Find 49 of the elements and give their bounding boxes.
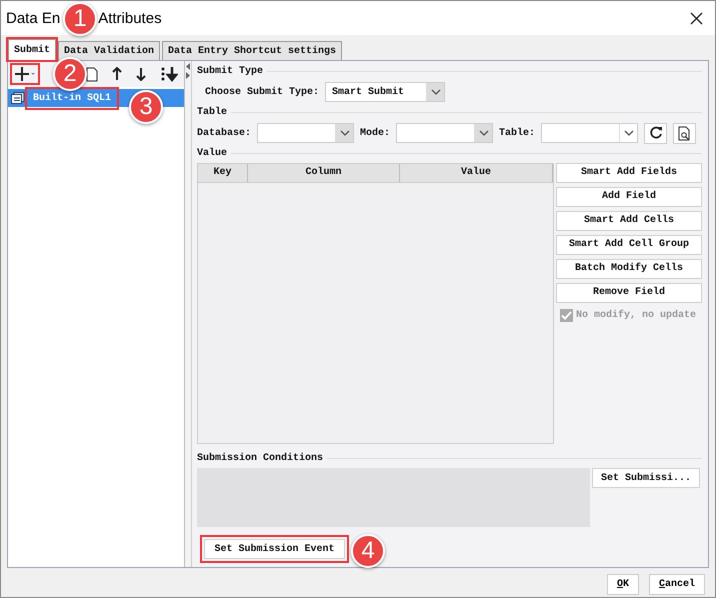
action-button[interactable]: Smart Add Cell Group [556, 234, 702, 255]
toolbar-button[interactable] [84, 66, 100, 82]
tab[interactable]: Data Entry Shortcut settings [162, 41, 342, 60]
tab[interactable]: Submit [8, 39, 56, 60]
dropdown-field[interactable] [257, 123, 354, 144]
chevron-down-icon [430, 89, 441, 96]
dialog-button[interactable]: Cancel [649, 574, 705, 595]
field-label: Table: [499, 128, 536, 139]
section-heading: Submit Type [197, 66, 264, 78]
action-button[interactable]: Add Field [556, 186, 702, 207]
dialog-button[interactable]: OK [607, 574, 639, 595]
table-icon [11, 92, 25, 104]
field-label: Choose Submit Type: [205, 86, 320, 98]
arrow-up-icon [112, 67, 122, 81]
action-button[interactable]: Remove Field [556, 282, 702, 303]
field-label: Mode: [360, 128, 390, 139]
field-label: Database: [197, 128, 252, 139]
arrow-down-icon [136, 67, 146, 81]
add-button[interactable] [12, 65, 38, 83]
move-to-bottom-icon [160, 66, 178, 82]
dropdown-field[interactable] [541, 123, 638, 144]
toolbar-button[interactable] [134, 66, 148, 82]
document-search-icon [678, 126, 692, 141]
set-event-button[interactable]: Set Submission Event [204, 539, 345, 560]
tab[interactable]: Data Validation [58, 41, 160, 60]
refresh-button[interactable] [644, 122, 668, 144]
close-icon[interactable] [690, 12, 703, 24]
set-conditions-button[interactable]: Set Submissi... [592, 468, 700, 488]
submit-type-select[interactable]: Smart Submit [325, 82, 446, 102]
chevron-down-icon [478, 130, 489, 136]
section-heading: Table [197, 107, 228, 118]
checkbox-label: No modify, no update [576, 310, 696, 321]
plus-icon [14, 66, 36, 82]
action-button[interactable]: Smart Add Cells [556, 210, 702, 231]
action-button[interactable]: Smart Add Fields [556, 162, 702, 183]
dropdown-field[interactable] [396, 123, 494, 144]
section-heading: Submission Conditions [197, 453, 324, 464]
window-title: Attributes [98, 10, 162, 26]
column-header[interactable]: Key [198, 164, 248, 182]
column-header[interactable]: Value [400, 164, 553, 182]
toolbar-button[interactable] [110, 66, 124, 82]
preview-button[interactable] [673, 122, 696, 144]
column-header[interactable]: Column [248, 164, 400, 182]
refresh-icon [648, 126, 663, 140]
chevron-down-icon [340, 130, 350, 136]
chevron-down-icon [624, 130, 634, 136]
section-heading: Value [197, 148, 228, 160]
action-button[interactable]: Batch Modify Cells [556, 258, 702, 279]
window-title: Data En [6, 10, 60, 26]
